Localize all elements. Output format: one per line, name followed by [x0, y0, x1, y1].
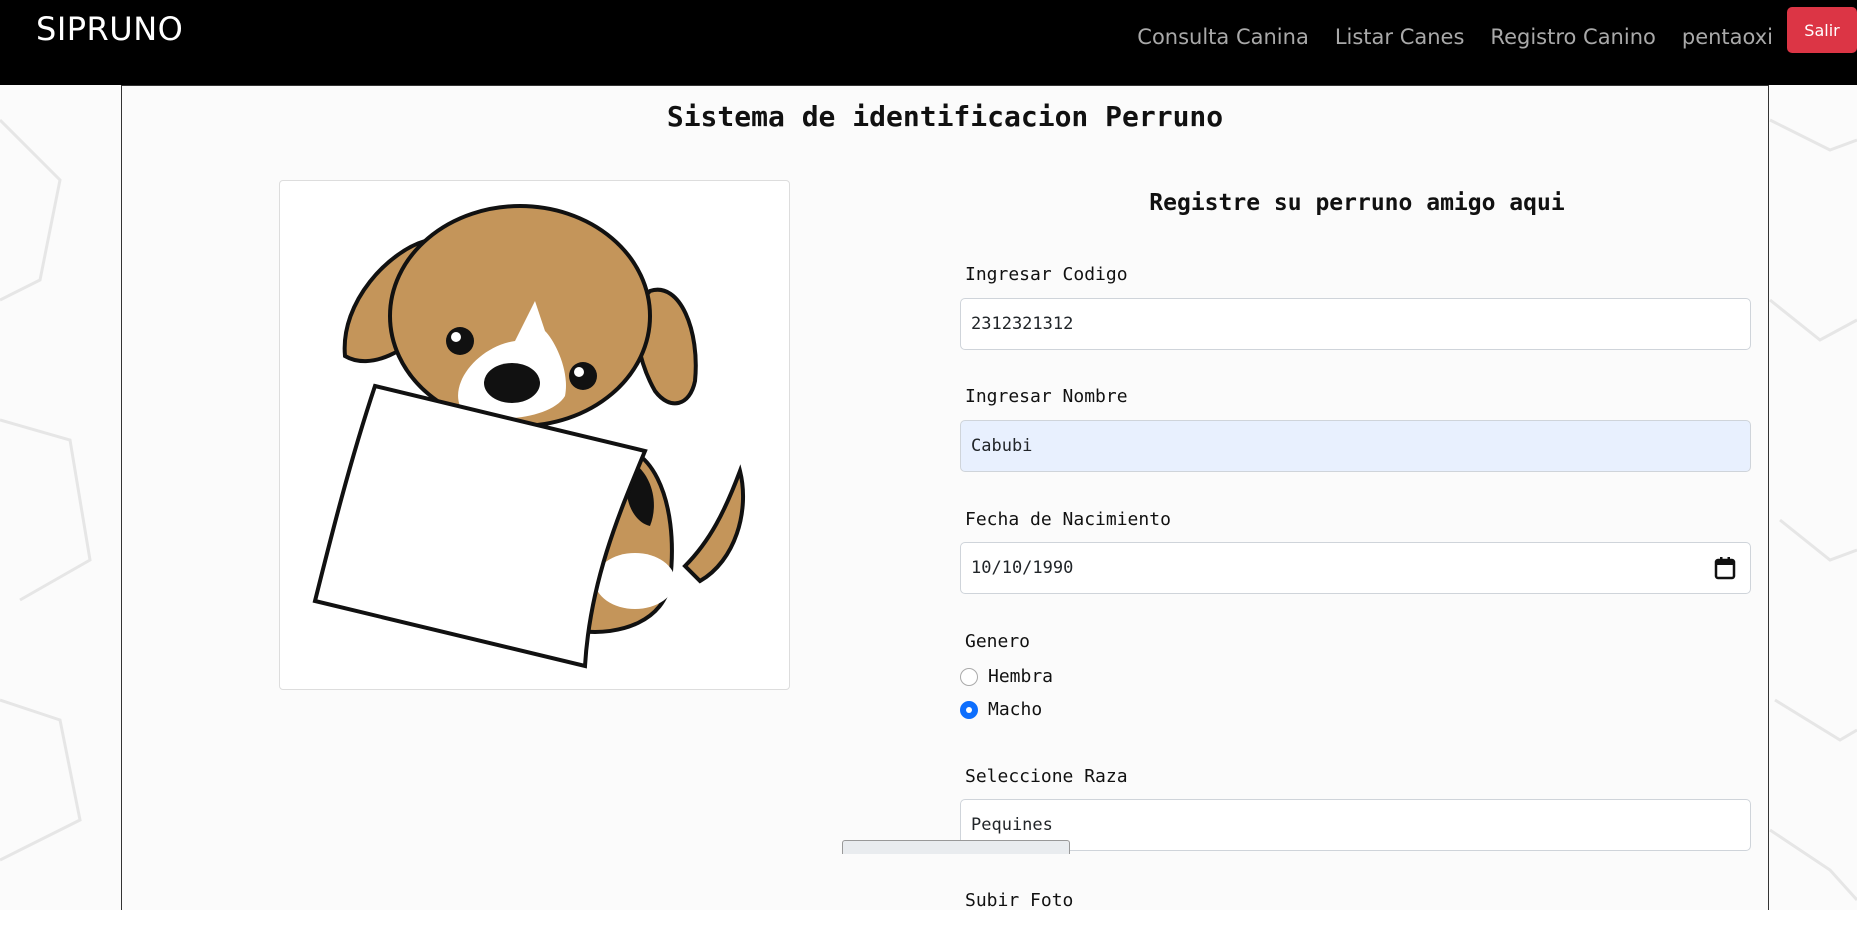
bottom-edge — [0, 910, 1857, 935]
breed-label: Seleccione Raza — [965, 766, 1128, 787]
macho-radio[interactable] — [960, 700, 978, 719]
hembra-radio[interactable] — [960, 667, 978, 686]
nav-link-registro-canino[interactable]: Registro Canino — [1490, 22, 1655, 52]
name-label: Ingresar Nombre — [965, 386, 1128, 407]
photo-label: Subir Foto — [965, 890, 1074, 911]
main-container: Sistema de identificacion Perruno Regist… — [121, 85, 1769, 935]
top-navbar: SIPRUNO Consulta Canina Listar Canes Reg… — [0, 0, 1857, 85]
birthdate-label: Fecha de Nacimiento — [965, 509, 1171, 530]
code-label: Ingresar Codigo — [965, 264, 1128, 285]
gender-option-macho[interactable]: Macho — [960, 699, 1042, 720]
form-title: Registre su perruno amigo aqui — [1149, 190, 1565, 216]
birthdate-input[interactable]: 10/10/1990 — [960, 542, 1751, 594]
nav-link-listar-canes[interactable]: Listar Canes — [1335, 22, 1465, 52]
gender-label: Genero — [965, 631, 1031, 652]
hembra-label: Hembra — [988, 666, 1054, 687]
birthdate-value: 10/10/1990 — [971, 558, 1074, 578]
nav-link-consulta-canina[interactable]: Consulta Canina — [1137, 22, 1309, 52]
dog-illustration-icon — [312, 204, 745, 669]
illustration-card — [279, 180, 790, 690]
calendar-icon[interactable] — [1714, 556, 1736, 580]
file-upload-button[interactable] — [842, 840, 1070, 854]
logout-button[interactable]: Salir — [1787, 7, 1857, 53]
macho-label: Macho — [988, 699, 1043, 720]
brand-logo[interactable]: SIPRUNO — [36, 10, 183, 48]
nav-link-user[interactable]: pentaoxi — [1682, 22, 1773, 52]
name-input[interactable]: Cabubi — [960, 420, 1751, 472]
page-title: Sistema de identificacion Perruno — [666, 100, 1224, 133]
breed-select[interactable]: Pequines — [960, 799, 1751, 851]
nav-links: Consulta Canina Listar Canes Registro Ca… — [1137, 22, 1773, 52]
gender-option-hembra[interactable]: Hembra — [960, 666, 1053, 687]
code-input[interactable]: 2312321312 — [960, 298, 1751, 350]
